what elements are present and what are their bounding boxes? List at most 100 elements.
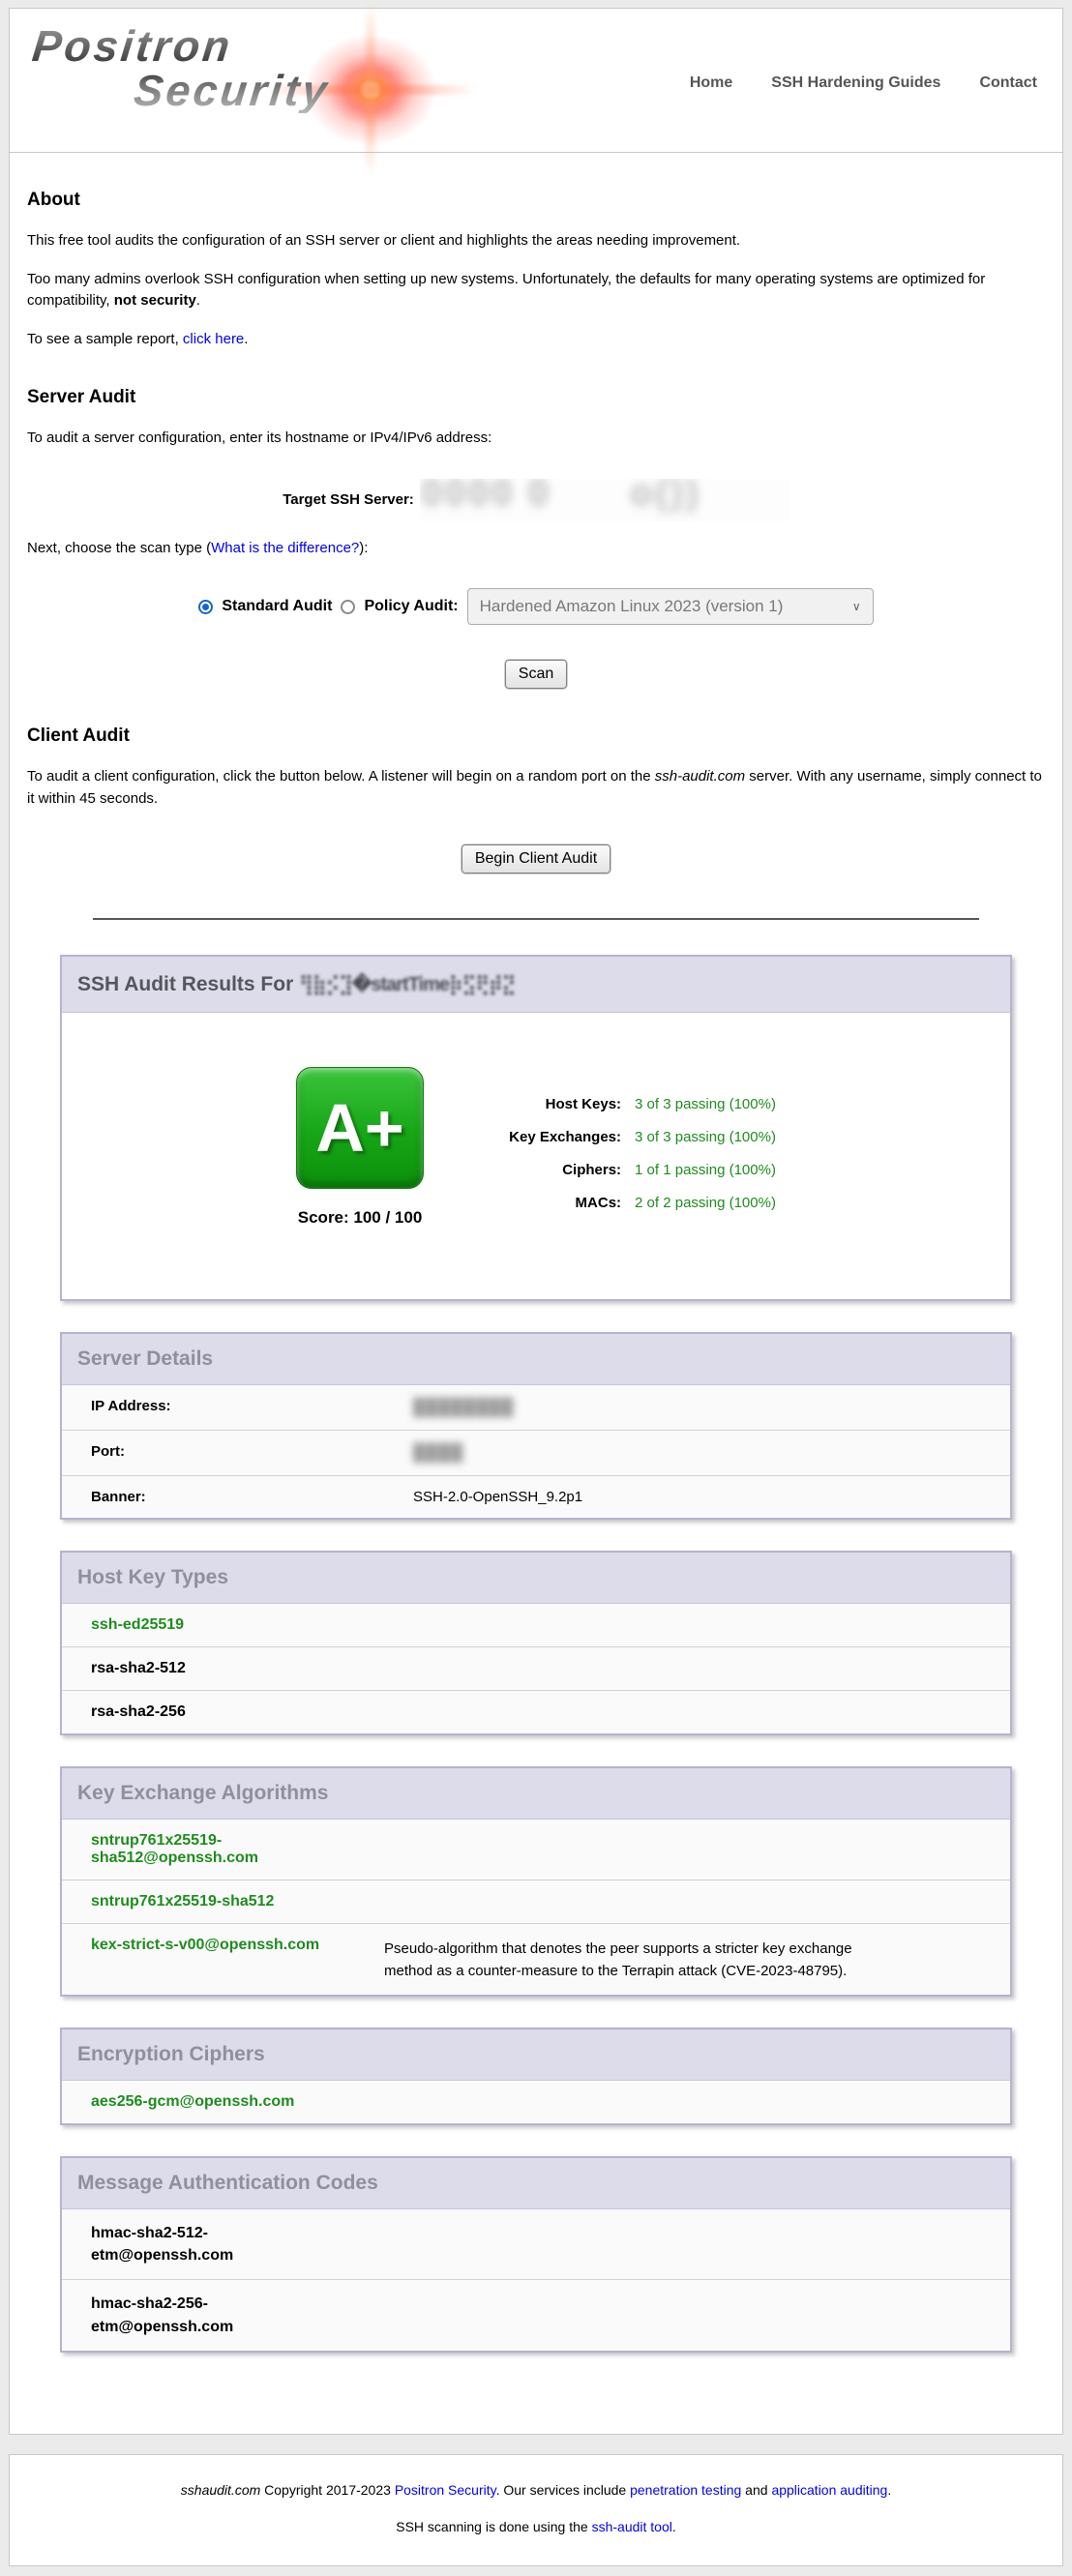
stat-label: Key Exchanges: xyxy=(474,1129,621,1145)
stat-host-keys: Host Keys: 3 of 3 passing (100%) xyxy=(474,1096,776,1112)
main-nav: Home SSH Hardening Guides Contact xyxy=(690,74,1037,92)
algorithm-name: hmac-sha2-512-etm@openssh.com xyxy=(91,2222,323,2266)
footer-domain: sshaudit.com xyxy=(181,2482,260,2498)
sample-report-text: To see a sample report, xyxy=(27,331,183,347)
stat-value: 3 of 3 passing (100%) xyxy=(635,1129,776,1145)
results-body: A+ Score: 100 / 100 Host Keys: 3 of 3 pa… xyxy=(62,1012,1010,1299)
begin-client-audit-button[interactable]: Begin Client Audit xyxy=(462,844,610,873)
footer-line2-period: . xyxy=(672,2519,676,2534)
list-item: kex-strict-s-v00@openssh.com Pseudo-algo… xyxy=(62,1923,1010,1995)
stat-value: 3 of 3 passing (100%) xyxy=(635,1096,776,1112)
about-p2-period: . xyxy=(196,292,200,309)
main-card: Positron Security Home SSH Hardening Gui… xyxy=(9,8,1063,2435)
ssh-audit-tool-link[interactable]: ssh-audit tool xyxy=(592,2519,672,2534)
redacted-port-value: ████ xyxy=(413,1443,463,1463)
sample-report-period: . xyxy=(244,331,248,347)
nav-contact[interactable]: Contact xyxy=(979,74,1037,92)
key-exchange-header: Key Exchange Algorithms xyxy=(62,1768,1010,1819)
results-title: SSH Audit Results For xyxy=(77,973,293,995)
stat-ciphers: Ciphers: 1 of 1 passing (100%) xyxy=(474,1162,776,1178)
logo-text: Positron Security xyxy=(25,24,490,113)
list-item: sntrup761x25519-sha512@openssh.com xyxy=(62,1819,1010,1880)
site-header: Positron Security Home SSH Hardening Gui… xyxy=(10,9,1062,153)
client-audit-domain: ssh-audit.com xyxy=(655,768,745,785)
row-label: Banner: xyxy=(91,1489,413,1505)
algorithm-name: sntrup761x25519-sha512 xyxy=(91,1893,352,1910)
encryption-ciphers-panel: Encryption Ciphers aes256-gcm@openssh.co… xyxy=(60,2028,1012,2125)
logo-line1: Positron xyxy=(30,24,490,69)
footer-copyright: Copyright 2017-2023 xyxy=(260,2482,395,2498)
redacted-ip-value: ████████ xyxy=(413,1398,514,1417)
grade-column: A+ Score: 100 / 100 xyxy=(296,1067,424,1228)
section-divider xyxy=(93,918,978,920)
server-details-header: Server Details xyxy=(62,1334,1010,1384)
scan-type-text: Next, choose the scan type ( xyxy=(27,540,211,556)
target-server-label: Target SSH Server: xyxy=(283,491,414,508)
about-heading: About xyxy=(27,190,1045,211)
stat-key-exchanges: Key Exchanges: 3 of 3 passing (100%) xyxy=(474,1129,776,1145)
encryption-ciphers-header: Encryption Ciphers xyxy=(62,2029,1010,2080)
about-paragraph-1: This free tool audits the configuration … xyxy=(27,230,1045,252)
banner-value: SSH-2.0-OpenSSH_9.2p1 xyxy=(413,1489,582,1505)
server-details-rows: IP Address: ████████ Port: ████ Banner: … xyxy=(62,1384,1010,1518)
results-panel-header: SSH Audit Results For ⢻⣷⡪⣹�startTime⡷⣫⢟⡾⣝ xyxy=(62,957,1010,1012)
nav-home[interactable]: Home xyxy=(690,74,732,92)
target-server-row: Target SSH Server: 0000 0 o()) xyxy=(27,479,1045,521)
list-item: hmac-sha2-256-etm@openssh.com xyxy=(62,2279,1010,2350)
positron-security-link[interactable]: Positron Security xyxy=(395,2482,496,2498)
positron-security-logo[interactable]: Positron Security xyxy=(35,24,490,146)
footer-services-text: . Our services include xyxy=(496,2482,631,2498)
stat-label: Ciphers: xyxy=(474,1162,621,1178)
scan-type-difference-link[interactable]: What is the difference? xyxy=(211,540,359,556)
policy-select[interactable]: Hardened Amazon Linux 2023 (version 1) ∨ xyxy=(467,588,874,625)
algorithm-name: rsa-sha2-256 xyxy=(91,1703,186,1720)
footer-scanning-text: SSH scanning is done using the xyxy=(396,2519,591,2534)
scan-type-row: Standard Audit Policy Audit: Hardened Am… xyxy=(27,588,1045,625)
row-label: Port: xyxy=(91,1443,413,1463)
penetration-testing-link[interactable]: penetration testing xyxy=(630,2482,741,2498)
algorithm-note xyxy=(384,1832,995,1867)
host-key-types-panel: Host Key Types ssh-ed25519 rsa-sha2-512 … xyxy=(60,1551,1012,1735)
stat-macs: MACs: 2 of 2 passing (100%) xyxy=(474,1195,776,1211)
chevron-down-icon: ∨ xyxy=(852,600,861,613)
target-server-input[interactable]: 0000 0 o()) xyxy=(420,479,789,521)
redacted-hostname: ⢻⣷⡪⣹�startTime⡷⣫⢟⡾⣝ xyxy=(299,972,515,996)
standard-audit-label[interactable]: Standard Audit xyxy=(222,598,332,615)
list-item: ssh-ed25519 xyxy=(62,1603,1010,1646)
list-item: hmac-sha2-512-etm@openssh.com xyxy=(62,2208,1010,2279)
grade-badge: A+ xyxy=(296,1067,424,1189)
algorithm-name: hmac-sha2-256-etm@openssh.com xyxy=(91,2293,323,2337)
footer-period: . xyxy=(887,2482,891,2498)
server-audit-intro: To audit a server configuration, enter i… xyxy=(27,428,1045,450)
application-auditing-link[interactable]: application auditing xyxy=(771,2482,887,2498)
stat-label: Host Keys: xyxy=(474,1096,621,1112)
stat-label: MACs: xyxy=(474,1195,621,1211)
client-audit-paragraph: To audit a client configuration, click t… xyxy=(27,766,1045,810)
algorithm-note: Pseudo-algorithm that denotes the peer s… xyxy=(384,1937,995,1982)
page: Positron Security Home SSH Hardening Gui… xyxy=(0,8,1072,2576)
server-details-panel: Server Details IP Address: ████████ Port… xyxy=(60,1332,1012,1520)
algorithm-name: sntrup761x25519-sha512@openssh.com xyxy=(91,1832,352,1867)
list-item: sntrup761x25519-sha512 xyxy=(62,1880,1010,1923)
client-audit-text: To audit a client configuration, click t… xyxy=(27,768,655,785)
sample-report-link[interactable]: click here xyxy=(183,331,244,347)
scan-button[interactable]: Scan xyxy=(505,660,567,689)
stat-value: 2 of 2 passing (100%) xyxy=(635,1195,776,1211)
macs-panel: Message Authentication Codes hmac-sha2-5… xyxy=(60,2156,1012,2353)
policy-audit-label[interactable]: Policy Audit: xyxy=(364,598,458,615)
algorithm-name: ssh-ed25519 xyxy=(91,1616,184,1633)
algorithm-name: kex-strict-s-v00@openssh.com xyxy=(91,1937,352,1982)
list-item: rsa-sha2-256 xyxy=(62,1690,1010,1733)
results-panels: SSH Audit Results For ⢻⣷⡪⣹�startTime⡷⣫⢟⡾⣝… xyxy=(10,955,1062,2353)
table-row: Port: ████ xyxy=(62,1430,1010,1475)
logo-line2: Security xyxy=(25,69,485,113)
cipher-rows: aes256-gcm@openssh.com xyxy=(62,2080,1010,2123)
footer: sshaudit.com Copyright 2017-2023 Positro… xyxy=(9,2454,1063,2566)
policy-select-value: Hardened Amazon Linux 2023 (version 1) xyxy=(480,597,784,616)
table-row: Banner: SSH-2.0-OpenSSH_9.2p1 xyxy=(62,1475,1010,1518)
standard-audit-radio[interactable] xyxy=(198,600,213,614)
nav-ssh-hardening-guides[interactable]: SSH Hardening Guides xyxy=(771,74,940,92)
server-audit-heading: Server Audit xyxy=(27,387,1045,408)
client-audit-heading: Client Audit xyxy=(27,725,1045,747)
policy-audit-radio[interactable] xyxy=(341,600,355,614)
